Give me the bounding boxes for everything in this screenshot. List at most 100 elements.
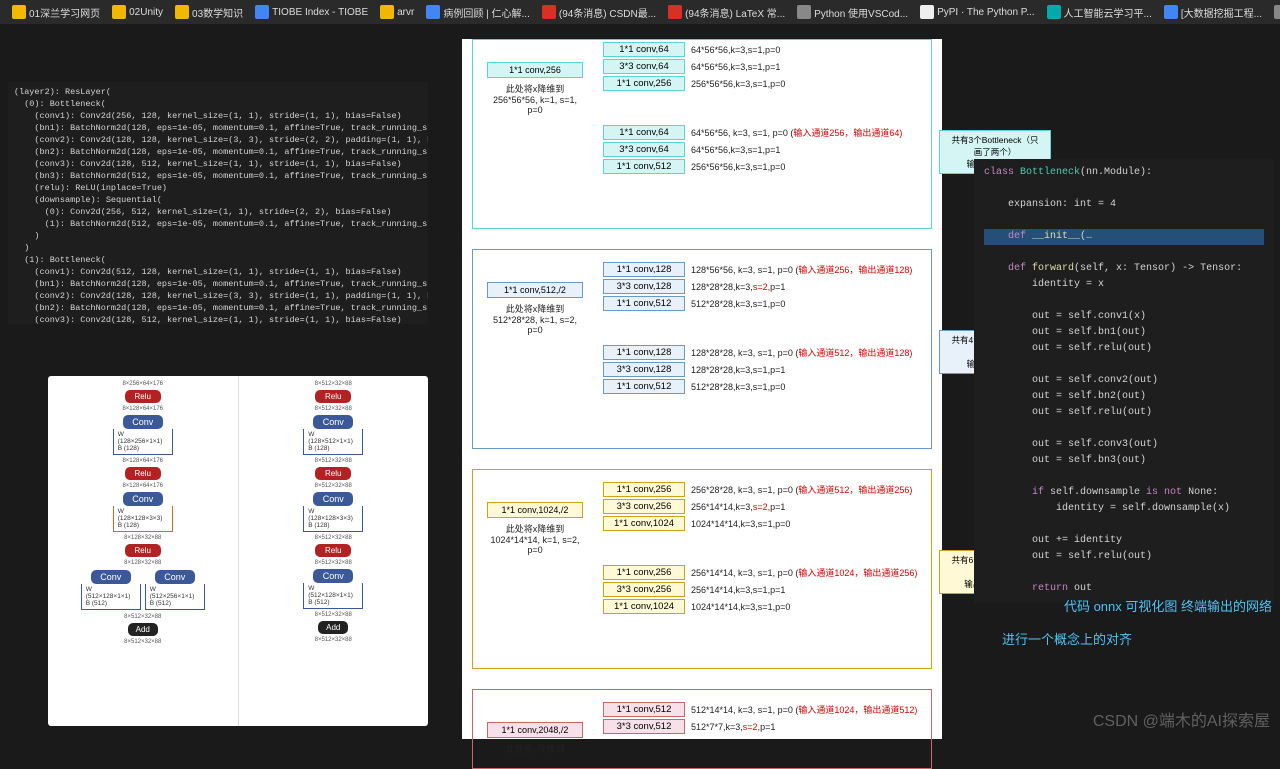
spec-text: 256*14*14,k=3,s=1,p=1 [691,585,785,595]
conv-detail: W (512×128×1×1)B (512) [81,584,141,610]
downsample-box: 1*1 conv,1024,/2 [487,502,583,518]
downsample-box: 1*1 conv,256 [487,62,583,78]
conv-node: Conv [123,415,163,429]
site-icon [255,5,269,19]
conv-box: 1*1 conv,64 [603,125,685,140]
spec-text: 128*56*56, k=3, s=1, p=0 (输入通道256，输出通道12… [691,263,912,276]
spec-text: 256*14*14,k=3,s=2,p=1 [691,502,785,512]
conv-box: 1*1 conv,512 [603,702,685,717]
conv-box: 3*3 conv,256 [603,499,685,514]
conv-box: 1*1 conv,1024 [603,516,685,531]
folder-icon [112,5,126,19]
add-node: Add [318,621,348,634]
bookmark-bar: 01深兰学习网页 02Unity 03数学知识 TIOBE Index - TI… [0,0,1280,24]
bookmark-item[interactable]: arvr [376,3,418,21]
spec-text: 64*56*56,k=3,s=1,p=0 [691,45,780,55]
downsample-caption: 此处将x降维到 1024*14*14, k=1, s=2, p=0 [487,522,583,555]
conv-node: Conv [155,570,195,584]
watermark: CSDN @端木的AI探索屋 [1093,707,1270,731]
bookmark-item[interactable]: 人工智能云学习平... [1043,3,1156,22]
spec-text: 512*28*28,k=3,s=1,p=0 [691,382,785,392]
spec-text: 512*14*14, k=3, s=1, p=0 (输入通道1024，输出通道5… [691,703,917,716]
spec-text: 512*28*28,k=3,s=1,p=0 [691,299,785,309]
spec-text: 512*7*7,k=3,s=2,p=1 [691,722,775,732]
conv-box: 1*1 conv,256 [603,565,685,580]
spec-text: 1024*14*14,k=3,s=1,p=0 [691,519,790,529]
conv-box: 1*1 conv,512 [603,379,685,394]
conv-box: 1*1 conv,512 [603,159,685,174]
terminal-output-reslayer: (layer2): ResLayer( (0): Bottleneck( (co… [8,82,428,324]
conv-node: Conv [313,492,353,506]
site-icon [1164,5,1178,19]
spec-text: 128*28*28,k=3,s=2,p=1 [691,282,785,292]
conv-node: Conv [91,570,131,584]
edge-label: 8×512×32×88 [239,637,429,643]
conv-box: 3*3 conv,256 [603,582,685,597]
spec-text: 256*56*56,k=3,s=1,p=0 [691,79,785,89]
downsample-caption: 此处将x降维到 256*56*56, k=1, s=1, p=0 [487,82,583,115]
conv-box: 1*1 conv,128 [603,345,685,360]
edge-label: 8×512×32×88 [239,406,429,412]
bookmark-item[interactable]: 01深兰学习网页 [8,3,104,22]
edge-label: 8×512×32×88 [239,458,429,464]
edge-label: 8×128×64×176 [48,483,238,489]
spec-text: 256*14*14, k=3, s=1, p=0 (输入通道1024，输出通道2… [691,566,917,579]
conv-box: 1*1 conv,64 [603,42,685,57]
conv-box: 3*3 conv,128 [603,362,685,377]
relu-node: Relu [125,467,161,480]
edge-label: 8×128×64×176 [48,458,238,464]
spec-text: 256*28*28, k=3, s=1, p=0 (输入通道512，输出通道25… [691,483,912,496]
bookmark-item[interactable]: (94条消息) CSDN最... [538,3,660,22]
edge-label: 8×128×32×88 [48,560,238,566]
bookmark-item[interactable]: TIOBE Index - TIOBE [251,3,372,21]
folder-icon [175,5,189,19]
conv-node: Conv [313,415,353,429]
site-icon [542,5,556,19]
conv-detail: W (512×256×1×1)B (512) [145,584,205,610]
folder-icon [380,5,394,19]
spec-text: 64*56*56,k=3,s=1,p=1 [691,62,780,72]
site-icon [1047,5,1061,19]
main-canvas: (layer2): ResLayer( (0): Bottleneck( (co… [0,24,1280,739]
bookmark-item[interactable]: 05_推荐NLP基础_免... [1270,3,1280,22]
edge-label: 8×256×64×176 [48,381,238,387]
edge-label: 8×512×32×88 [239,612,429,618]
site-icon [1274,5,1280,19]
conv-box: 1*1 conv,512 [603,296,685,311]
bookmark-item[interactable]: [大数据挖掘工程... [1160,3,1266,22]
annotation-text-2: 进行一个概念上的对齐 [1002,629,1132,648]
conv-detail: W (128×256×1×1)B (128) [113,429,173,455]
bookmark-item[interactable]: PyPI · The Python P... [916,3,1038,21]
downsample-caption: 此处将x降维到 512*28*28, k=1, s=2, p=0 [487,302,583,335]
conv-box: 3*3 conv,512 [603,719,685,734]
relu-node: Relu [125,544,161,557]
downsample-caption: 此处将x降维到 [487,742,583,755]
conv-node: Conv [313,569,353,583]
conv-detail-selected: W (128×128×3×3)B (128) [113,506,173,532]
conv-box: 1*1 conv,256 [603,482,685,497]
relu-node: Relu [315,390,351,403]
downsample-box: 1*1 conv,2048,/2 [487,722,583,738]
annotation-text-1: 代码 onnx 可视化图 终端输出的网络 [1064,596,1272,615]
edge-label: 8×512×32×88 [239,535,429,541]
bookmark-item[interactable]: 病例回顾 | 仁心解... [422,3,534,22]
conv-detail: W (128×128×3×3)B (128) [303,506,363,532]
conv-box: 3*3 conv,64 [603,59,685,74]
conv-box: 1*1 conv,256 [603,76,685,91]
edge-label: 8×128×64×176 [48,406,238,412]
spec-text: 64*56*56, k=3, s=1, p=0 (输入通道256，输出通道64) [691,126,902,139]
conv-detail: W (128×512×1×1)B (128) [303,429,363,455]
bookmark-item[interactable]: (94条消息) LaTeX 常... [664,3,789,22]
conv-box: 3*3 conv,128 [603,279,685,294]
bookmark-item[interactable]: Python 使用VSCod... [793,3,912,22]
folder-icon [12,5,26,19]
bookmark-item[interactable]: 03数学知识 [171,3,247,22]
spec-text: 1024*14*14,k=3,s=1,p=0 [691,602,790,612]
conv-node: Conv [123,492,163,506]
bookmark-item[interactable]: 02Unity [108,3,167,21]
edge-label: 8×512×32×88 [48,639,238,645]
spec-text: 256*56*56,k=3,s=1,p=0 [691,162,785,172]
edge-label: 8×512×32×88 [239,560,429,566]
conv-box: 3*3 conv,64 [603,142,685,157]
resnet-architecture-diagram: 1*1 conv,256 此处将x降维到 256*56*56, k=1, s=1… [462,39,942,739]
